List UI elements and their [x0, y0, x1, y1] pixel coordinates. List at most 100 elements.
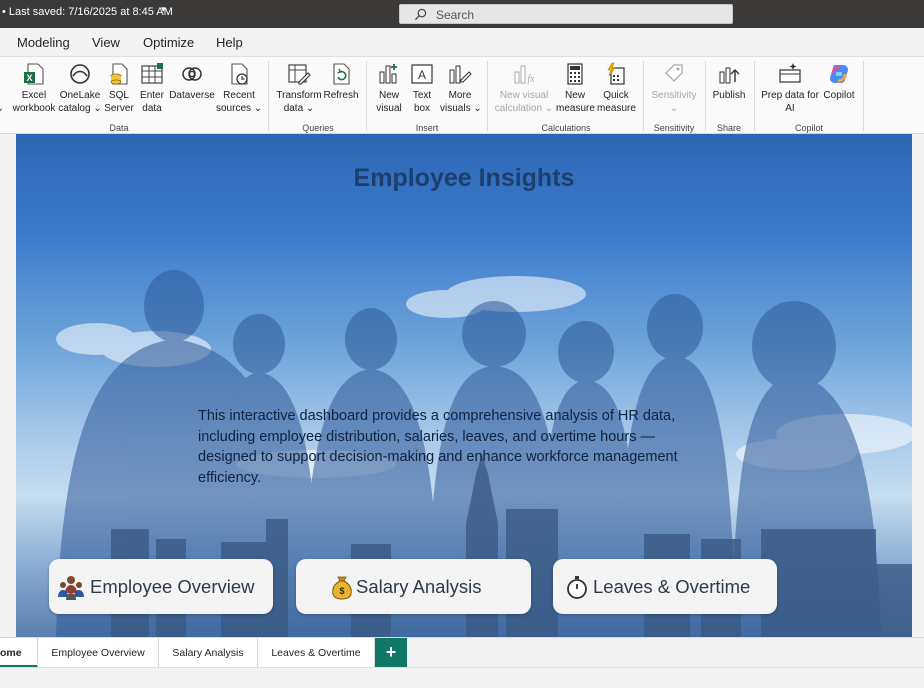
tab-leaves-overtime[interactable]: Leaves & Overtime — [258, 638, 375, 668]
prep-label-2: AI — [785, 103, 795, 114]
new-visual-label-1: New — [378, 90, 399, 101]
more-visuals-icon — [449, 65, 472, 84]
excel-label-1: Excel — [21, 90, 47, 101]
text-box-button[interactable]: A Text box — [407, 62, 437, 115]
excel-workbook-button[interactable]: X Excel workbook — [10, 62, 58, 115]
ribbon: ⌄ X Excel workbook OneLake catalog ⌄ SQL… — [0, 56, 924, 134]
tab-salary-analysis[interactable]: Salary Analysis — [159, 638, 258, 668]
leaves-overtime-label: Leaves & Overtime — [593, 576, 751, 597]
publish-label: Publish — [712, 90, 746, 101]
bar-chart-icon — [379, 64, 397, 84]
prep-data-icon — [779, 63, 801, 83]
svg-text:$: $ — [339, 586, 344, 596]
svg-text:A: A — [418, 68, 426, 82]
quick-measure-label-1: Quick — [603, 90, 629, 101]
visual-calc-label-1: New visual — [499, 90, 549, 101]
visual-calc-label-2: calculation ⌄ — [494, 103, 554, 114]
copilot-icon — [830, 65, 848, 83]
new-visual-button[interactable]: New visual — [374, 62, 404, 115]
tab-employee-overview[interactable]: Employee Overview — [38, 638, 159, 668]
ribbon-separator — [487, 61, 488, 131]
more-visuals-label-2: visuals ⌄ — [440, 103, 482, 114]
salary-analysis-label: Salary Analysis — [356, 576, 482, 597]
tab-home[interactable]: ome — [0, 638, 38, 668]
new-measure-label-2: measure — [556, 103, 595, 114]
get-data-button-partial[interactable]: ⌄ — [0, 62, 6, 115]
group-label-copilot: Copilot — [794, 123, 823, 133]
money-bag-icon: $ — [332, 576, 352, 600]
recent-label-1: Recent — [223, 90, 255, 101]
add-page-button[interactable]: + — [375, 638, 407, 668]
description-text: This interactive dashboard provides a co… — [198, 408, 678, 486]
sql-server-button[interactable]: SQL Server — [103, 62, 135, 115]
stopwatch-icon — [567, 576, 587, 599]
publish-icon — [719, 67, 740, 84]
tab-modeling[interactable]: Modeling — [17, 35, 70, 50]
chevron-down-icon[interactable]: ▾ — [161, 4, 166, 15]
refresh-label: Refresh — [323, 90, 359, 101]
employee-overview-button[interactable]: Employee Overview — [49, 559, 273, 614]
quick-measure-label-2: measure — [597, 103, 636, 114]
employee-overview-label: Employee Overview — [90, 576, 255, 597]
tab-optimize[interactable]: Optimize — [143, 35, 194, 50]
search-box[interactable]: Search — [399, 4, 733, 24]
dataverse-button[interactable]: Dataverse — [169, 62, 215, 102]
recent-sources-button[interactable]: Recent sources ⌄ — [216, 62, 262, 115]
onelake-catalog-button[interactable]: OneLake catalog ⌄ — [58, 62, 102, 115]
quick-measure-button[interactable]: Quick measure — [597, 62, 636, 115]
last-saved-label[interactable]: • Last saved: 7/16/2025 at 8:45 AM — [2, 6, 173, 18]
new-visual-calculation-button[interactable]: fx New visual calculation ⌄ — [494, 62, 554, 115]
prep-data-for-ai-button[interactable]: Prep data for AI — [760, 62, 820, 115]
svg-text:X: X — [26, 73, 32, 83]
group-label-share: Share — [716, 123, 742, 133]
title-bar: • Last saved: 7/16/2025 at 8:45 AM ▾ Sea… — [0, 0, 924, 28]
enter-data-button[interactable]: Enter data — [136, 62, 168, 115]
recent-sources-icon — [231, 63, 248, 85]
page-tab-bar: ome Employee Overview Salary Analysis Le… — [0, 637, 924, 668]
tab-help[interactable]: Help — [216, 35, 243, 50]
people-group-icon — [58, 576, 84, 600]
more-visuals-label-1: More — [448, 90, 472, 101]
refresh-icon — [333, 63, 350, 85]
sensitivity-button[interactable]: Sensitivity ⌄ — [650, 62, 698, 115]
menu-bar: Modeling View Optimize Help — [0, 28, 924, 56]
transform-data-button[interactable]: Transform data ⌄ — [276, 62, 322, 115]
calculator-icon — [567, 63, 583, 85]
more-visuals-button[interactable]: More visuals ⌄ — [440, 62, 482, 115]
page-title: Employee Insights — [353, 164, 575, 192]
ribbon-separator — [643, 61, 644, 131]
new-visual-label-2: visual — [376, 103, 402, 114]
sensitivity-label-1: Sensitivity — [651, 90, 697, 101]
leaves-overtime-button[interactable]: Leaves & Overtime — [553, 559, 777, 614]
dataverse-label: Dataverse — [169, 90, 215, 101]
table-icon — [0, 62, 6, 86]
new-measure-label-1: New — [564, 90, 585, 101]
tab-view[interactable]: View — [92, 35, 120, 50]
excel-icon: X — [24, 63, 44, 85]
enter-data-label-1: Enter — [140, 90, 164, 101]
svg-text:fx: fx — [527, 74, 535, 85]
visual-calculation-icon: fx — [514, 65, 535, 85]
copilot-button[interactable]: Copilot — [818, 62, 860, 102]
sensitivity-label-2: ⌄ — [669, 103, 679, 114]
sql-label-1: SQL — [108, 90, 129, 101]
new-measure-button[interactable]: New measure — [556, 62, 595, 115]
refresh-button[interactable]: Refresh — [323, 62, 359, 102]
onelake-label-2: catalog ⌄ — [58, 103, 102, 114]
publish-button[interactable]: Publish — [710, 62, 748, 102]
ribbon-separator — [366, 61, 367, 131]
status-bar — [0, 667, 924, 688]
prep-label-1: Prep data for — [761, 90, 819, 101]
transform-data-icon — [288, 64, 311, 85]
sensitivity-label-icon — [665, 64, 683, 82]
table-grid-icon — [141, 63, 163, 84]
text-box-label-2: box — [413, 103, 431, 114]
salary-analysis-button[interactable]: $ Salary Analysis — [296, 559, 531, 614]
search-icon — [414, 8, 427, 21]
transform-label-2: data ⌄ — [283, 103, 315, 114]
search-placeholder: Search — [436, 8, 475, 22]
group-label-queries: Queries — [302, 123, 334, 133]
sql-server-icon — [110, 63, 128, 85]
report-canvas[interactable]: Employee Insights This interactive dashb… — [16, 134, 912, 637]
group-label-insert: Insert — [415, 123, 439, 133]
